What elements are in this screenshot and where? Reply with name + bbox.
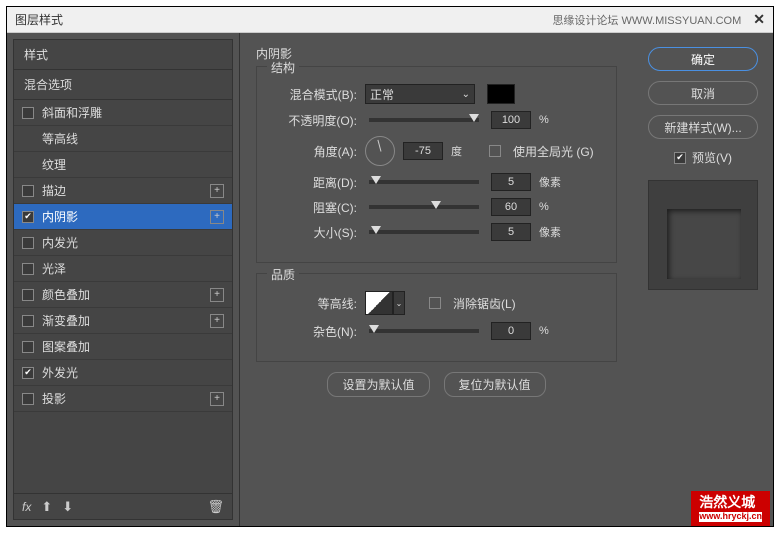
cancel-button[interactable]: 取消	[648, 81, 758, 105]
effect-checkbox[interactable]	[22, 289, 34, 301]
effect-checkbox[interactable]	[22, 263, 34, 275]
sidebar-item[interactable]: 内阴影 +	[14, 204, 232, 230]
sidebar-item[interactable]: 投影 +	[14, 386, 232, 412]
sidebar-item-label: 外发光	[42, 364, 78, 381]
antialias-label: 消除锯齿(L)	[453, 295, 516, 312]
set-default-button[interactable]: 设置为默认值	[327, 372, 429, 397]
contour-dropdown-icon[interactable]: ⌄	[393, 291, 405, 315]
sidebar-header-blend[interactable]: 混合选项	[14, 70, 232, 100]
spread-label: 阻塞(C):	[269, 199, 357, 216]
sidebar-item-label: 渐变叠加	[42, 312, 90, 329]
effect-checkbox[interactable]	[22, 107, 34, 119]
sidebar-item-label: 光泽	[42, 260, 66, 277]
quality-group: 品质 等高线: ⌄ 消除锯齿(L) 杂色(N): %	[256, 273, 617, 362]
sidebar: 样式 混合选项 斜面和浮雕等高线纹理描边 + 内阴影 + 内发光光泽颜色叠加 + 渐变叠加 +…	[7, 33, 240, 526]
sidebar-item[interactable]: 纹理	[14, 152, 232, 178]
sidebar-item[interactable]: 光泽	[14, 256, 232, 282]
plus-icon[interactable]: +	[210, 288, 224, 302]
titlebar: 图层样式 思缘设计论坛 WWW.MISSYUAN.COM ✕	[7, 7, 773, 33]
dialog-title: 图层样式	[15, 11, 63, 28]
reset-default-button[interactable]: 复位为默认值	[444, 372, 546, 397]
effect-checkbox[interactable]	[22, 315, 34, 327]
size-label: 大小(S):	[269, 224, 357, 241]
sidebar-item-label: 描边	[42, 182, 66, 199]
sidebar-item-label: 等高线	[42, 130, 78, 147]
trash-icon[interactable]: 🗑	[207, 499, 224, 515]
sidebar-item[interactable]: 等高线	[14, 126, 232, 152]
plus-icon[interactable]: +	[210, 184, 224, 198]
distance-slider[interactable]	[369, 180, 479, 184]
noise-label: 杂色(N):	[269, 323, 357, 340]
color-swatch[interactable]	[487, 84, 515, 104]
sidebar-item-label: 图案叠加	[42, 338, 90, 355]
distance-input[interactable]	[491, 173, 531, 191]
opacity-slider[interactable]	[369, 118, 479, 122]
angle-dial[interactable]	[365, 136, 395, 166]
fx-icon[interactable]: fx	[22, 500, 31, 514]
effect-checkbox[interactable]	[22, 185, 34, 197]
size-slider[interactable]	[369, 230, 479, 234]
effect-checkbox[interactable]	[22, 211, 34, 223]
watermark: 浩然义城 www.hryckj.cn	[691, 491, 770, 526]
sidebar-item[interactable]: 渐变叠加 +	[14, 308, 232, 334]
plus-icon[interactable]: +	[210, 210, 224, 224]
contour-label: 等高线:	[269, 295, 357, 312]
global-light-label: 使用全局光 (G)	[513, 143, 594, 160]
panel-title: 内阴影	[256, 45, 617, 62]
sidebar-item-label: 内发光	[42, 234, 78, 251]
effect-checkbox[interactable]	[22, 341, 34, 353]
plus-icon[interactable]: +	[210, 314, 224, 328]
titlebar-right: 思缘设计论坛 WWW.MISSYUAN.COM ✕	[552, 11, 765, 28]
sidebar-item[interactable]: 图案叠加	[14, 334, 232, 360]
sidebar-item-label: 斜面和浮雕	[42, 104, 102, 121]
structure-group: 结构 混合模式(B): 正常 不透明度(O): % 角度(A): 度	[256, 66, 617, 263]
noise-slider[interactable]	[369, 329, 479, 333]
distance-label: 距离(D):	[269, 174, 357, 191]
preview-label: 预览(V)	[692, 149, 732, 166]
antialias-checkbox[interactable]	[429, 297, 441, 309]
angle-label: 角度(A):	[269, 143, 357, 160]
new-style-button[interactable]: 新建样式(W)...	[648, 115, 758, 139]
sidebar-item-label: 纹理	[42, 156, 66, 173]
ok-button[interactable]: 确定	[648, 47, 758, 71]
right-panel: 确定 取消 新建样式(W)... 预览(V)	[633, 33, 773, 526]
sidebar-footer: fx ⬆ ⬇ 🗑	[14, 493, 232, 519]
effect-checkbox[interactable]	[22, 367, 34, 379]
opacity-label: 不透明度(O):	[269, 112, 357, 129]
arrow-down-icon[interactable]: ⬇	[62, 499, 73, 515]
sidebar-item-label: 投影	[42, 390, 66, 407]
spread-input[interactable]	[491, 198, 531, 216]
size-input[interactable]	[491, 223, 531, 241]
preview-checkbox[interactable]	[674, 152, 686, 164]
sidebar-item[interactable]: 斜面和浮雕	[14, 100, 232, 126]
close-icon[interactable]: ✕	[753, 11, 765, 28]
sidebar-header-styles[interactable]: 样式	[14, 40, 232, 70]
effect-checkbox[interactable]	[22, 237, 34, 249]
settings-panel: 内阴影 结构 混合模式(B): 正常 不透明度(O): % 角度(A):	[240, 33, 633, 526]
sidebar-item[interactable]: 内发光	[14, 230, 232, 256]
blend-mode-select[interactable]: 正常	[365, 84, 475, 104]
global-light-checkbox[interactable]	[489, 145, 501, 157]
blend-mode-label: 混合模式(B):	[269, 86, 357, 103]
contour-picker[interactable]	[365, 291, 393, 315]
sidebar-item-label: 颜色叠加	[42, 286, 90, 303]
spread-slider[interactable]	[369, 205, 479, 209]
angle-input[interactable]	[403, 142, 443, 160]
opacity-input[interactable]	[491, 111, 531, 129]
sidebar-item[interactable]: 颜色叠加 +	[14, 282, 232, 308]
sidebar-item-label: 内阴影	[42, 208, 78, 225]
sidebar-item[interactable]: 外发光	[14, 360, 232, 386]
arrow-up-icon[interactable]: ⬆	[41, 499, 52, 515]
effect-checkbox[interactable]	[22, 393, 34, 405]
sidebar-item[interactable]: 描边 +	[14, 178, 232, 204]
plus-icon[interactable]: +	[210, 392, 224, 406]
noise-input[interactable]	[491, 322, 531, 340]
preview-box	[648, 180, 758, 290]
